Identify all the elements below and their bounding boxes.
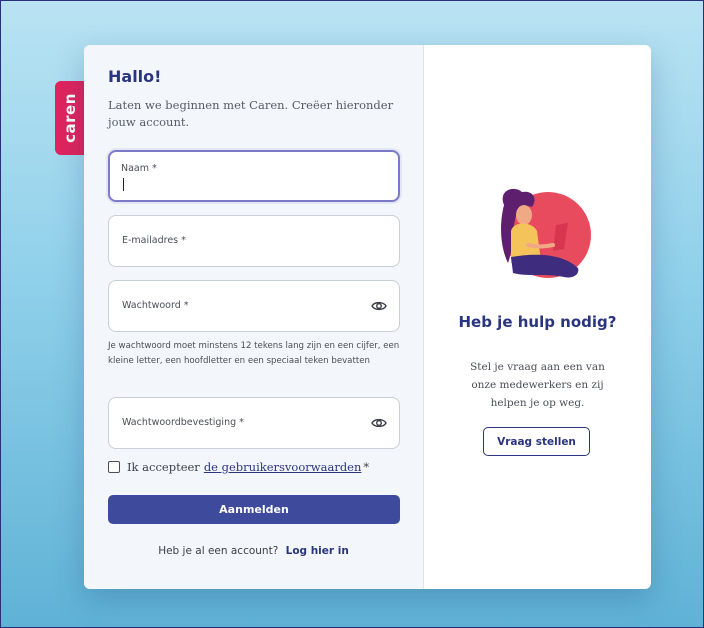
page-title: Hallo!: [108, 67, 162, 86]
eye-icon[interactable]: [371, 415, 387, 431]
password-field[interactable]: Wachtwoord *: [108, 280, 400, 332]
login-link[interactable]: Log hier in: [286, 545, 349, 557]
login-prompt: Heb je al een account?: [158, 545, 279, 557]
signup-card: Hallo! Laten we beginnen met Caren. Creë…: [84, 45, 651, 589]
page-subtitle: Laten we beginnen met Caren. Creëer hier…: [108, 98, 394, 129]
brand-logo-text: caren: [61, 93, 80, 143]
woman-with-laptop-illustration: [501, 188, 591, 278]
email-field-label: E-mailadres *: [122, 235, 186, 246]
eye-icon[interactable]: [371, 298, 387, 314]
help-title: Heb je hulp nodig?: [458, 313, 617, 331]
signup-button[interactable]: Aanmelden: [108, 495, 400, 524]
signup-form-panel: Hallo! Laten we beginnen met Caren. Creë…: [84, 45, 424, 589]
help-text: Stel je vraag aan een van onze medewerke…: [470, 361, 605, 409]
password-hint: Je wachtwoord moet minstens 12 tekens la…: [108, 341, 400, 366]
terms-link[interactable]: de gebruikersvoorwaarden: [204, 460, 362, 474]
ask-question-button[interactable]: Vraag stellen: [483, 427, 590, 456]
text-cursor: [123, 178, 124, 191]
password-confirm-field[interactable]: Wachtwoordbevestiging *: [108, 397, 400, 449]
terms-row: Ik accepteer de gebruikersvoorwaarden *: [108, 460, 369, 474]
terms-checkbox[interactable]: [108, 461, 120, 473]
name-field-label: Naam *: [121, 163, 157, 174]
password-confirm-field-label: Wachtwoordbevestiging *: [122, 417, 244, 428]
password-field-label: Wachtwoord *: [122, 300, 189, 311]
email-field[interactable]: E-mailadres *: [108, 215, 400, 267]
terms-required-marker: *: [363, 460, 370, 474]
name-field[interactable]: Naam *: [108, 150, 400, 202]
help-panel: Heb je hulp nodig? Stel je vraag aan een…: [424, 45, 651, 589]
terms-prefix: Ik accepteer: [127, 460, 200, 474]
brand-tab: caren: [55, 81, 85, 155]
login-prompt-row: Heb je al een account? Log hier in: [84, 545, 423, 557]
